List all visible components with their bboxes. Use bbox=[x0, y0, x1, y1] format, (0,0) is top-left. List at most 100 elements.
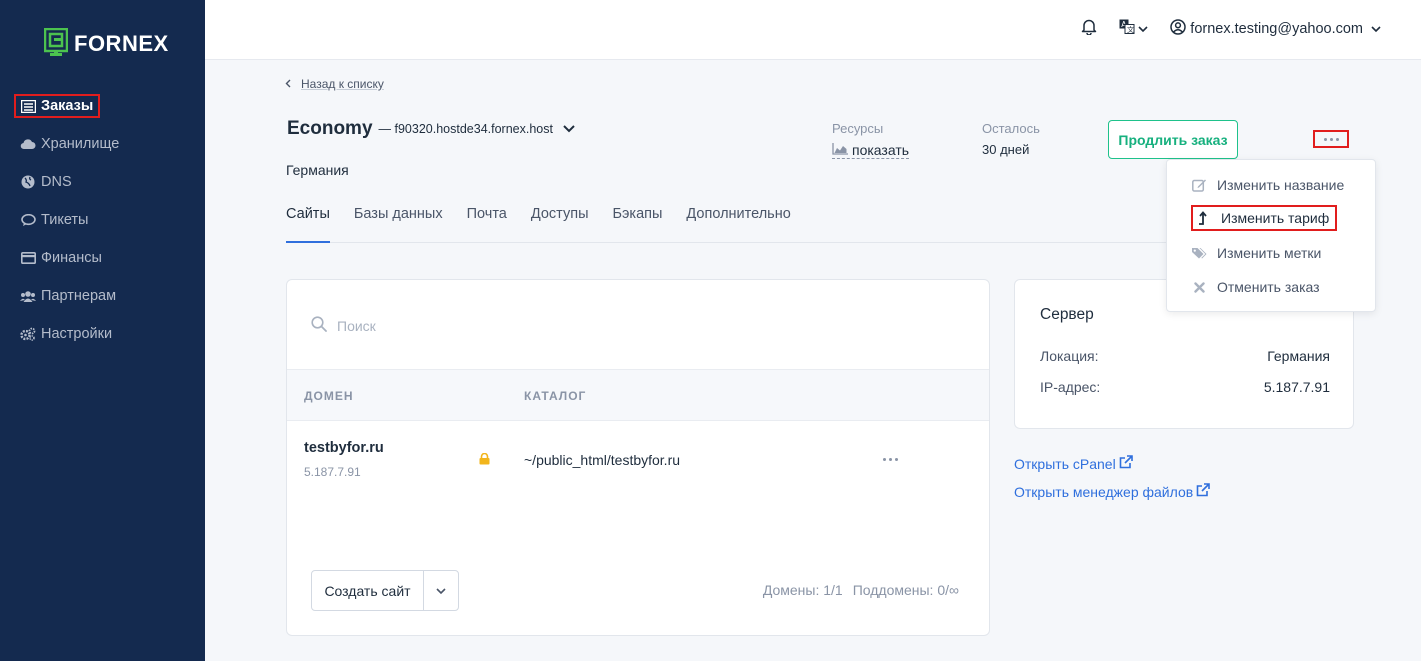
order-country: Германия bbox=[286, 162, 349, 178]
subdomains-count: Поддомены: 0/∞ bbox=[852, 582, 959, 598]
order-host: — f90320.hostde34.fornex.host bbox=[378, 122, 553, 136]
sidebar-item-label: Настройки bbox=[41, 326, 113, 342]
search-placeholder: Поиск bbox=[337, 317, 376, 334]
sidebar-item-partners[interactable]: Партнерам bbox=[14, 277, 194, 315]
tab-sites[interactable]: Сайты bbox=[286, 198, 330, 243]
menu-item-cancel-order[interactable]: Отменить заказ bbox=[1191, 274, 1320, 300]
create-site-button[interactable]: Создать сайт bbox=[312, 571, 424, 610]
server-ip-row: IP-адрес: 5.187.7.91 bbox=[1040, 379, 1330, 395]
tab-additional[interactable]: Дополнительно bbox=[686, 198, 790, 243]
back-to-list-link[interactable]: Назад к списку bbox=[285, 77, 384, 91]
open-cpanel-link[interactable]: Открыть cPanel bbox=[1014, 455, 1133, 472]
more-actions-button[interactable] bbox=[1313, 130, 1349, 148]
chevron-down-icon bbox=[436, 582, 446, 600]
chevron-down-icon[interactable] bbox=[563, 120, 575, 138]
menu-item-label: Изменить название bbox=[1217, 177, 1345, 193]
user-circle-icon bbox=[1170, 18, 1187, 39]
row-directory: ~/public_html/testbyfor.ru bbox=[524, 452, 681, 468]
resources-show-link[interactable]: показать bbox=[832, 142, 910, 159]
row-domain[interactable]: testbyfor.ru bbox=[304, 440, 384, 456]
server-title: Сервер bbox=[1040, 306, 1094, 323]
sidebar-item-label: Финансы bbox=[41, 250, 102, 266]
language-selector[interactable]: A文 bbox=[1119, 19, 1148, 38]
user-menu[interactable]: fornex.testing@yahoo.com bbox=[1170, 18, 1381, 39]
sidebar-item-orders[interactable]: Заказы bbox=[14, 87, 194, 125]
resources-value: показать bbox=[852, 142, 910, 158]
back-label: Назад к списку bbox=[301, 77, 384, 91]
column-header-directory: КАТАЛОГ bbox=[524, 389, 587, 403]
resources-block: Ресурсы показать bbox=[832, 121, 910, 160]
create-site-group: Создать сайт bbox=[311, 570, 459, 611]
cogs-icon bbox=[20, 326, 36, 342]
open-file-manager-link[interactable]: Открыть менеджер файлов bbox=[1014, 483, 1210, 500]
tab-databases[interactable]: Базы данных bbox=[354, 198, 443, 243]
sidebar-item-tickets[interactable]: Тикеты bbox=[14, 201, 194, 239]
dots-icon bbox=[883, 458, 886, 461]
dots-icon bbox=[1323, 137, 1327, 141]
sidebar-item-finance[interactable]: Финансы bbox=[14, 239, 194, 277]
chat-icon bbox=[20, 212, 36, 228]
sidebar-nav: Заказы Хранилище DNS Тикеты Финансы Парт… bbox=[14, 87, 194, 353]
server-list-icon bbox=[20, 98, 36, 114]
resources-label: Ресурсы bbox=[832, 121, 884, 136]
sidebar-item-label: Партнерам bbox=[41, 288, 117, 304]
sidebar-item-settings[interactable]: Настройки bbox=[14, 315, 194, 353]
remaining-label: Осталось bbox=[982, 121, 1040, 136]
menu-item-rename[interactable]: Изменить название bbox=[1191, 172, 1344, 198]
globe-icon bbox=[20, 174, 36, 190]
menu-item-tags[interactable]: Изменить метки bbox=[1191, 240, 1321, 266]
search-icon bbox=[311, 316, 327, 335]
fornex-logo[interactable]: FORNEX bbox=[44, 28, 169, 60]
create-site-dropdown[interactable] bbox=[424, 571, 458, 610]
order-title[interactable]: Economy — f90320.hostde34.fornex.host bbox=[287, 118, 575, 140]
sidebar-item-label: DNS bbox=[41, 174, 72, 190]
edit-icon bbox=[1191, 178, 1207, 192]
tab-backups[interactable]: Бэкапы bbox=[613, 198, 663, 243]
remaining-value: 30 дней bbox=[982, 142, 1030, 157]
cpanel-link-label: Открыть cPanel bbox=[1014, 455, 1116, 472]
top-bar: A文 fornex.testing@yahoo.com bbox=[205, 0, 1421, 60]
domains-count: Домены: 1/1 bbox=[762, 582, 843, 598]
location-label: Локация: bbox=[1040, 348, 1099, 364]
chevron-down-icon bbox=[1138, 21, 1148, 37]
brand-name: FORNEX bbox=[74, 31, 169, 56]
close-icon bbox=[1191, 281, 1207, 293]
ip-label: IP-адрес: bbox=[1040, 379, 1101, 395]
sidebar-item-label: Заказы bbox=[41, 98, 94, 114]
extend-order-button[interactable]: Продлить заказ bbox=[1108, 120, 1238, 159]
sites-card: Поиск ДОМЕН КАТАЛОГ testbyfor.ru 5.187.7… bbox=[286, 279, 990, 636]
sidebar-item-label: Хранилище bbox=[41, 136, 120, 152]
tab-access[interactable]: Доступы bbox=[531, 198, 589, 243]
user-email: fornex.testing@yahoo.com bbox=[1190, 20, 1363, 37]
file-manager-link-label: Открыть менеджер файлов bbox=[1014, 483, 1194, 500]
search-input[interactable]: Поиск bbox=[311, 316, 376, 335]
cloud-icon bbox=[20, 136, 36, 152]
tab-mail[interactable]: Почта bbox=[467, 198, 507, 243]
sidebar: FORNEX Заказы Хранилище DNS Тикеты Финан… bbox=[0, 0, 205, 661]
sidebar-item-storage[interactable]: Хранилище bbox=[14, 125, 194, 163]
upgrade-arrow-icon bbox=[1195, 211, 1211, 225]
external-link-icon bbox=[1196, 483, 1210, 500]
column-header-domain: ДОМЕН bbox=[304, 389, 354, 403]
order-actions-menu: Изменить название Изменить тариф Изменит… bbox=[1166, 159, 1376, 312]
menu-item-label: Отменить заказ bbox=[1217, 279, 1320, 295]
language-icon: A文 bbox=[1119, 19, 1135, 38]
sidebar-item-dns[interactable]: DNS bbox=[14, 163, 194, 201]
ip-value: 5.187.7.91 bbox=[1263, 379, 1330, 395]
external-link-icon bbox=[1119, 455, 1133, 472]
menu-item-label: Изменить тариф bbox=[1221, 210, 1330, 226]
area-chart-icon bbox=[832, 142, 848, 158]
users-icon bbox=[20, 288, 36, 304]
chevron-down-icon bbox=[1371, 21, 1381, 37]
menu-item-label: Изменить метки bbox=[1217, 245, 1322, 261]
table-header: ДОМЕН КАТАЛОГ bbox=[287, 369, 989, 421]
remaining-block: Осталось 30 дней bbox=[982, 121, 1040, 157]
row-more-button[interactable] bbox=[883, 458, 898, 461]
server-location-row: Локация: Германия bbox=[1040, 348, 1330, 364]
site-counts: Домены: 1/1 Поддомены: 0/∞ bbox=[763, 582, 959, 598]
menu-item-change-plan[interactable]: Изменить тариф bbox=[1191, 205, 1338, 231]
credit-card-icon bbox=[20, 250, 36, 266]
svg-text:文: 文 bbox=[1127, 25, 1134, 34]
location-value: Германия bbox=[1267, 348, 1330, 364]
bell-icon[interactable] bbox=[1081, 18, 1097, 39]
